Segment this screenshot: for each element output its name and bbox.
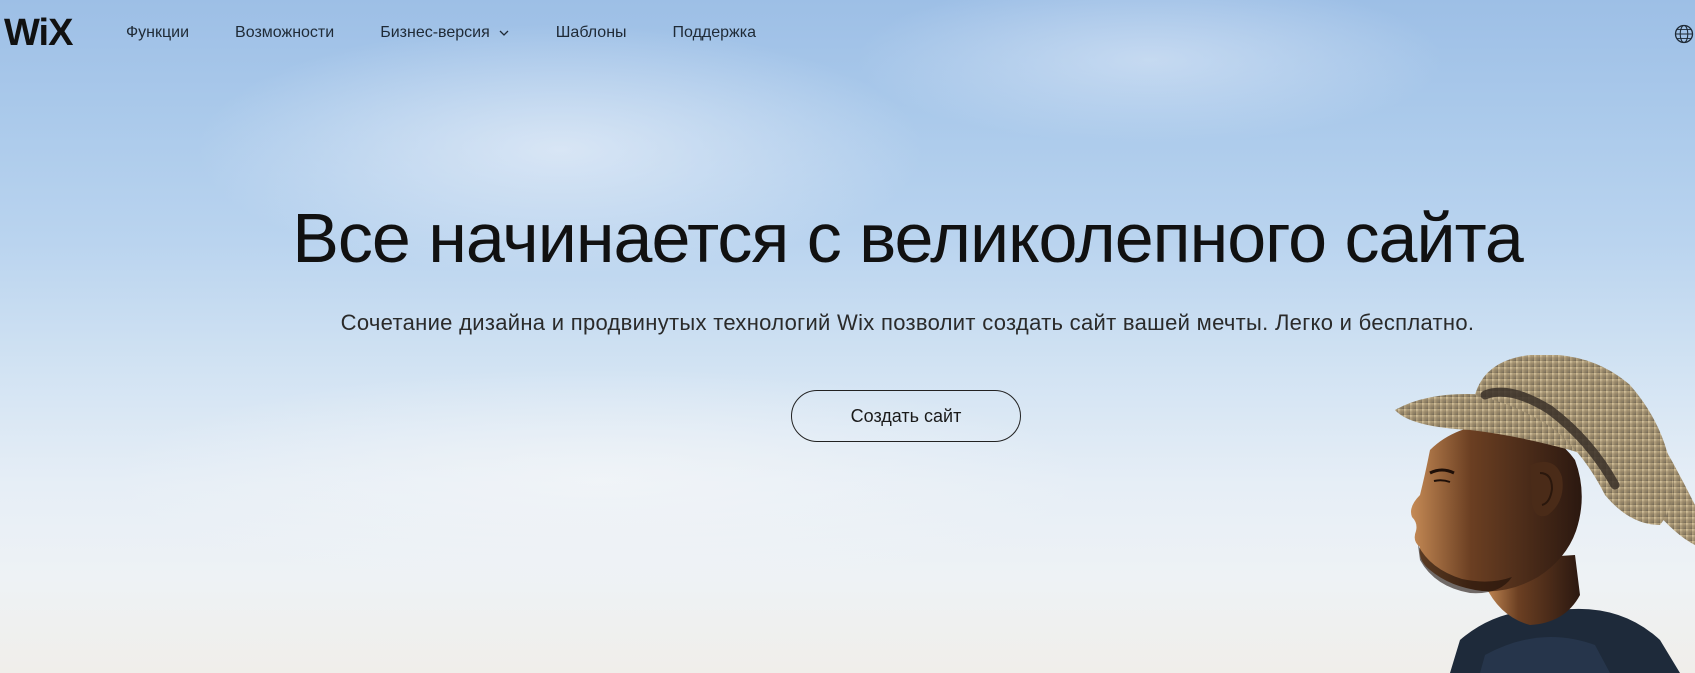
nav-item-features[interactable]: Возможности [235, 22, 334, 44]
man-in-straw-hat-photo [1395, 355, 1695, 673]
nav-item-label: Возможности [235, 24, 335, 41]
nav-item-business[interactable]: Бизнес-версия [380, 22, 510, 44]
nav-item-label: Функции [126, 24, 190, 41]
nav-item-label: Бизнес-версия [380, 24, 490, 41]
wix-logo[interactable]: WiX [4, 14, 73, 52]
create-site-button[interactable]: Создать сайт [791, 390, 1021, 442]
nav-links: Функции Возможности Бизнес-версия Шаблон… [126, 22, 802, 44]
hero-subtitle: Сочетание дизайна и продвинутых технолог… [340, 310, 1475, 335]
nav-item-support[interactable]: Поддержка [673, 22, 756, 44]
hero-title: Все начинается с великолепного сайта [292, 199, 1524, 277]
globe-icon[interactable] [1673, 23, 1695, 45]
nav-item-templates[interactable]: Шаблоны [556, 22, 627, 44]
chevron-down-icon [499, 30, 509, 36]
nav-item-functions[interactable]: Функции [126, 22, 189, 44]
nav-item-label: Шаблоны [555, 24, 627, 41]
top-navigation: WiX Функции Возможности Бизнес-версия Ша… [0, 0, 1695, 66]
hero-section: WiX Функции Возможности Бизнес-версия Ша… [0, 0, 1695, 673]
nav-item-label: Поддержка [672, 24, 756, 41]
